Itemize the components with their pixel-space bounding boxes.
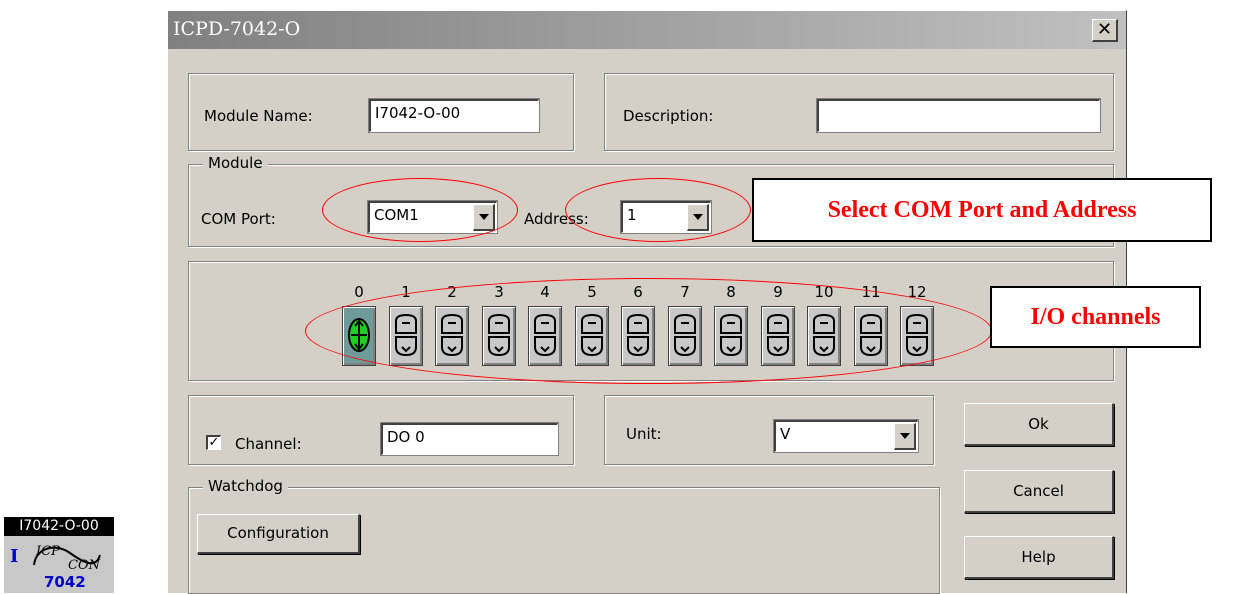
help-button[interactable]: Help [964, 536, 1114, 579]
module-name-label: Module Name: [204, 107, 313, 125]
checkmark-icon: ✓ [208, 435, 220, 450]
cancel-button[interactable]: Cancel [964, 470, 1114, 513]
module-icon-number: 7042 [44, 573, 86, 591]
module-icon-letter: I [10, 546, 19, 567]
ok-button[interactable]: Ok [964, 403, 1114, 446]
unit-dropdown-icon[interactable] [894, 423, 916, 450]
watchdog-legend: Watchdog [203, 477, 288, 495]
unit-value: V [780, 425, 791, 443]
svg-text:ICP: ICP [35, 544, 60, 559]
com-address-callout: Select COM Port and Address [752, 178, 1212, 242]
unit-label: Unit: [626, 425, 662, 443]
icpcon-logo-icon: ICP CON [33, 544, 101, 573]
module-group-legend: Module [203, 154, 268, 172]
svg-text:CON: CON [68, 558, 101, 573]
configuration-button[interactable]: Configuration [197, 514, 360, 554]
com-port-highlight [322, 178, 518, 242]
close-button[interactable]: ✕ [1092, 19, 1118, 42]
module-icon-caption: I7042-O-00 [4, 517, 114, 536]
description-field[interactable] [817, 99, 1100, 132]
address-highlight [565, 178, 751, 242]
io-channels-callout: I/O channels [990, 286, 1201, 348]
channel-label: Channel: [235, 435, 302, 453]
title-bar[interactable]: ICPD-7042-O ✕ [168, 11, 1126, 49]
unit-select[interactable]: V [774, 420, 918, 452]
description-label: Description: [623, 107, 714, 125]
window-title: ICPD-7042-O [173, 18, 301, 40]
close-icon: ✕ [1096, 19, 1113, 40]
module-icon[interactable]: I7042-O-00 I ICP CON 7042 [4, 517, 114, 593]
channel-field[interactable]: DO 0 [381, 423, 558, 455]
module-name-field[interactable]: I7042-O-00 [369, 99, 539, 132]
channels-highlight [305, 278, 992, 384]
com-port-label: COM Port: [201, 210, 276, 228]
channel-number-0: 0 [354, 283, 364, 301]
channel-checkbox[interactable]: ✓ [206, 435, 221, 450]
